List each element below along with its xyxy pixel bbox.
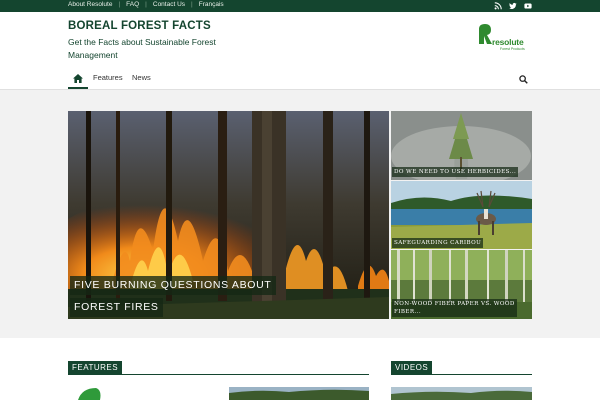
home-icon (73, 74, 83, 83)
logo-subtitle: Forest Products (500, 47, 525, 51)
hero-caption-line-2: FOREST FIRES (70, 298, 163, 317)
link-francais[interactable]: Français (199, 1, 224, 8)
section-label-videos: VIDEOS (391, 361, 433, 374)
nav-home[interactable] (68, 70, 88, 89)
resolute-logo[interactable]: resolute Forest Products (476, 23, 536, 53)
top-bar: About Resolute | FAQ | Contact Us | Fran… (0, 0, 600, 12)
top-links: About Resolute | FAQ | Contact Us | Fran… (68, 1, 224, 8)
social-links (494, 2, 532, 10)
side-feature-non-wood-fiber[interactable]: NON-WOOD FIBER PAPER VS. WOOD FIBER... (391, 250, 532, 319)
feature-thumb-landscape[interactable] (229, 387, 369, 400)
side-caption-non-wood-fiber-line-1: NON-WOOD FIBER PAPER VS. WOOD (394, 301, 515, 307)
leaf-logo-icon (479, 24, 492, 44)
search-icon[interactable] (519, 75, 528, 84)
twitter-icon[interactable] (509, 2, 517, 10)
site-header: BOREAL FOREST FACTS Get the Facts about … (0, 12, 600, 70)
hero-caption-line-1: FIVE BURNING QUESTIONS ABOUT (70, 276, 276, 295)
hero-caption[interactable]: FIVE BURNING QUESTIONS ABOUT FOREST FIRE… (70, 275, 276, 319)
link-about-resolute[interactable]: About Resolute (68, 1, 112, 8)
site-title[interactable]: BOREAL FOREST FACTS (68, 20, 211, 32)
separator: | (145, 1, 147, 8)
separator: | (118, 1, 121, 8)
feature-thumb-leaf[interactable] (76, 386, 104, 400)
side-caption-non-wood-fiber: NON-WOOD FIBER PAPER VS. WOOD FIBER... (392, 299, 517, 317)
rss-icon[interactable] (494, 2, 502, 10)
side-feature-caribou[interactable]: SAFEGUARDING CARIBOU (391, 181, 532, 249)
link-faq[interactable]: FAQ (126, 1, 139, 8)
leaf-icon (78, 388, 101, 400)
side-caption-caribou: SAFEGUARDING CARIBOU (392, 238, 484, 248)
site-tagline: Get the Facts about Sustainable Forest M… (68, 37, 216, 60)
main-nav: Features News (0, 70, 600, 90)
side-caption-non-wood-fiber-line-2: FIBER... (394, 309, 422, 315)
features-divider (68, 374, 369, 375)
videos-divider (391, 374, 532, 375)
nav-item-news[interactable]: News (132, 73, 151, 82)
youtube-icon[interactable] (524, 2, 532, 10)
video-thumb[interactable] (391, 387, 532, 400)
hero-feature-forest-fires[interactable]: FIVE BURNING QUESTIONS ABOUT FOREST FIRE… (68, 111, 389, 319)
side-caption-herbicides: DO WE NEED TO USE HERBICIDES... (392, 167, 519, 177)
separator: | (191, 1, 193, 8)
section-label-features: FEATURES (68, 361, 123, 374)
side-feature-herbicides[interactable]: DO WE NEED TO USE HERBICIDES... (391, 111, 532, 180)
link-contact-us[interactable]: Contact Us (153, 1, 185, 8)
landscape-image (229, 387, 369, 400)
nav-item-features[interactable]: Features (93, 73, 123, 82)
video-thumbnail-image (391, 387, 532, 400)
logo-word: resolute (492, 37, 524, 47)
